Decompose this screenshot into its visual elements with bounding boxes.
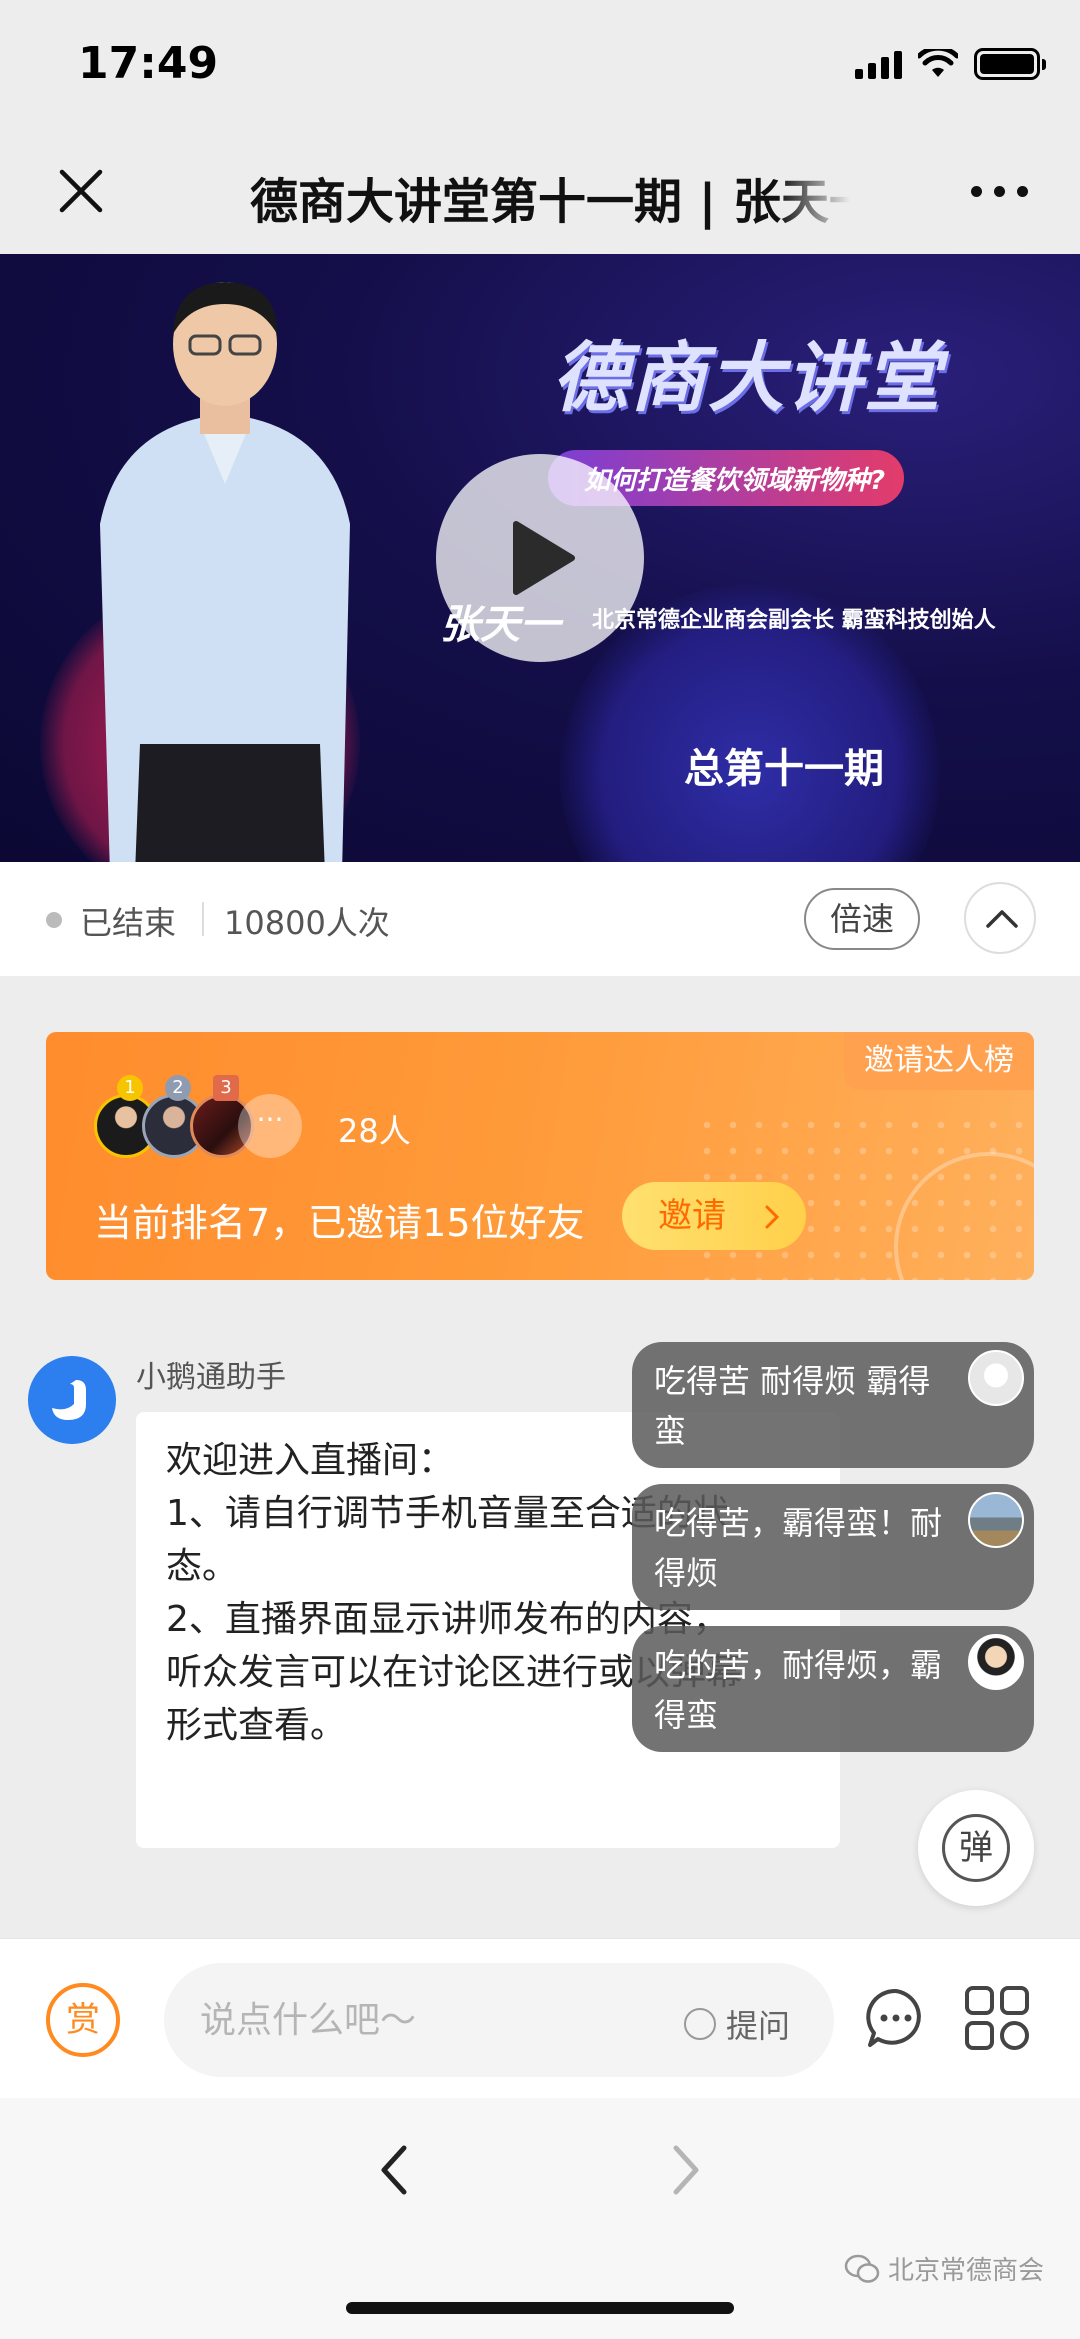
avatar [968, 1634, 1024, 1690]
back-arrow-icon[interactable] [376, 2142, 412, 2198]
more-avatars: ··· [238, 1094, 302, 1158]
speaker-role: 北京常德企业商会副会长 霸蛮科技创始人 [592, 608, 996, 633]
danmu-bubble: 吃得苦 耐得烦 霸得蛮 [632, 1342, 1034, 1468]
wechat-icon [844, 2254, 880, 2283]
nav-bar: 德商大讲堂第十一期 | 张天一 [0, 132, 1080, 254]
page-title: 德商大讲堂第十一期 | 张天一 [250, 174, 850, 230]
assistant-avatar[interactable] [28, 1356, 116, 1444]
speaker-photo [100, 282, 350, 862]
ask-label: 提问 [726, 2007, 791, 2045]
rank-badge: 2 [165, 1075, 191, 1101]
speed-button[interactable]: 倍速 [804, 888, 920, 950]
browser-toolbar: 北京常德商会 [0, 2098, 1080, 2339]
live-status: 已结束 [80, 904, 177, 942]
rank-badge: 1 [117, 1075, 143, 1101]
more-icon[interactable] [971, 186, 1028, 197]
play-icon [513, 521, 575, 595]
battery-icon [974, 48, 1046, 80]
menu-grid-icon[interactable] [964, 1985, 1030, 2051]
input-bar: 赏 提问 [0, 1938, 1080, 2098]
ask-question-toggle[interactable]: 提问 [684, 2001, 790, 2047]
signal-icon [855, 49, 902, 79]
collapse-button[interactable] [964, 882, 1036, 954]
invite-rank-text: 当前排名7，已邀请15位好友 [94, 1201, 585, 1245]
danmu-toggle-label: 弹 [942, 1814, 1010, 1882]
reward-button[interactable]: 赏 [46, 1983, 120, 2057]
danmu-text: 吃得苦 耐得烦 霸得蛮 [654, 1362, 931, 1450]
leaderboard-link[interactable]: 邀请达人榜 [844, 1032, 1034, 1090]
watermark-text: 北京常德商会 [887, 2256, 1044, 2286]
chevron-up-icon [986, 910, 1018, 928]
status-bar: 17:49 [0, 0, 1080, 132]
status-icons [855, 48, 1046, 80]
status-time: 17:49 [78, 38, 219, 89]
rank-badge: 3 [213, 1075, 239, 1101]
avatar [968, 1350, 1024, 1406]
status-dot [46, 912, 62, 928]
wifi-icon [918, 49, 958, 77]
comment-icon[interactable] [864, 1987, 928, 2051]
avatar [968, 1492, 1024, 1548]
video-subtitle: 如何打造餐饮领域新物种? [584, 466, 886, 496]
close-icon[interactable] [50, 160, 112, 222]
video-heading: 德商大讲堂 [552, 333, 942, 422]
forward-arrow-icon[interactable] [668, 2142, 704, 2198]
live-info-bar: 已结束 10800人次 倍速 [0, 862, 1080, 976]
chevron-right-icon [765, 1205, 780, 1229]
danmu-bubble: 吃得苦，霸得蛮！耐得烦 [632, 1484, 1034, 1610]
inviter-avatars[interactable]: 1 2 3 ··· [94, 1075, 302, 1158]
danmu-text: 吃的苦，耐得烦，霸得蛮 [654, 1646, 943, 1734]
play-button[interactable] [436, 454, 644, 662]
issue-label: 总第十一期 [684, 746, 884, 792]
danmu-text: 吃得苦，霸得蛮！耐得烦 [654, 1504, 943, 1592]
danmu-bubble: 吃的苦，耐得烦，霸得蛮 [632, 1626, 1034, 1752]
danmu-toggle-button[interactable]: 弹 [918, 1790, 1034, 1906]
assistant-name: 小鹅通助手 [136, 1360, 286, 1395]
invite-button[interactable]: 邀请 [622, 1182, 806, 1250]
view-count: 10800人次 [224, 904, 390, 942]
invite-card[interactable]: 邀请达人榜 1 2 3 ··· 28人 当前排名7，已邀请15位好友 邀请 [46, 1032, 1034, 1280]
goose-icon [52, 1380, 86, 1420]
home-indicator[interactable] [346, 2302, 734, 2314]
invite-button-label: 邀请 [658, 1196, 726, 1236]
radio-circle-icon [684, 2008, 716, 2040]
watermark: 北京常德商会 [844, 2250, 1044, 2287]
invite-count: 28人 [338, 1112, 411, 1150]
video-player[interactable]: 德商大讲堂 如何打造餐饮领域新物种? 张天一 北京常德企业商会副会长 霸蛮科技创… [0, 254, 1080, 862]
